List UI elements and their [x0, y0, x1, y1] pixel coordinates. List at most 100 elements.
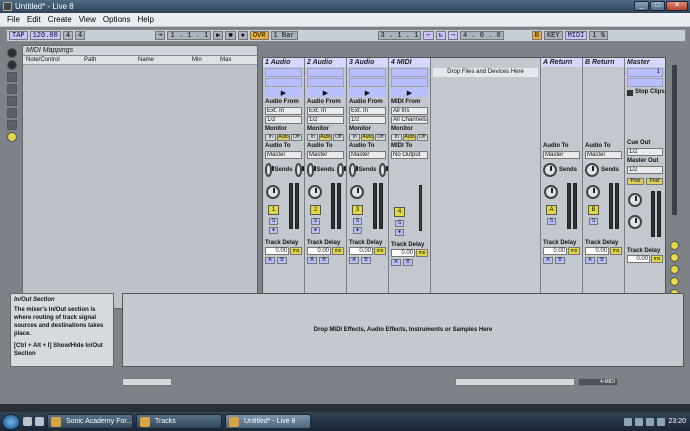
cue-out-select[interactable]: 1/2	[627, 148, 663, 156]
input-type-select[interactable]: Ext. In	[265, 107, 302, 115]
arm-button[interactable]: ●	[353, 227, 362, 234]
col-max[interactable]: Max	[217, 56, 245, 64]
track-delay-field[interactable]: 0.00	[585, 247, 609, 255]
menu-file[interactable]: File	[7, 15, 20, 24]
crossfade-b-button[interactable]: B	[319, 257, 329, 264]
io-section-toggle-icon[interactable]	[670, 241, 679, 250]
arm-button[interactable]: ●	[395, 229, 404, 236]
input-type-select[interactable]: Ext. In	[307, 107, 344, 115]
input-channel-select[interactable]: 1/2	[349, 116, 386, 124]
volume-meter[interactable]	[573, 183, 577, 229]
solo-button[interactable]: S	[311, 218, 320, 225]
crossfade-a-button[interactable]: A	[265, 257, 275, 264]
key-map-button[interactable]: KEY	[543, 31, 563, 40]
col-note-control[interactable]: Note/Control	[23, 56, 81, 64]
track-activator-button[interactable]: A	[546, 205, 557, 215]
file-browser-1-icon[interactable]	[7, 84, 17, 94]
post-button-a[interactable]: Post	[627, 178, 644, 185]
clip-slot[interactable]	[265, 68, 302, 77]
monitor-off-button[interactable]: Off	[416, 134, 429, 141]
taskbar-item-tracks[interactable]: Tracks	[136, 414, 222, 429]
clip-slot[interactable]	[265, 78, 302, 87]
punch-out-icon[interactable]: ¬	[447, 31, 458, 40]
track-title[interactable]: B Return	[583, 58, 624, 67]
output-type-select[interactable]: Master	[543, 151, 580, 159]
pan-knob[interactable]	[628, 193, 642, 207]
output-type-select[interactable]: Master	[585, 151, 622, 159]
stop-clip-icon[interactable]: ▶	[349, 88, 386, 97]
volume-meter[interactable]	[295, 183, 299, 229]
send-b-knob[interactable]	[378, 163, 389, 177]
loop-start[interactable]: 3 . 1 . 1	[377, 31, 422, 40]
crossfade-b-button[interactable]: B	[403, 259, 413, 266]
track-activator-button[interactable]: 4	[394, 207, 405, 217]
track-title[interactable]: A Return	[541, 58, 582, 67]
delay-unit-toggle[interactable]: ms	[416, 249, 428, 257]
input-type-select[interactable]: All Ins	[391, 107, 428, 115]
monitor-auto-button[interactable]: Auto	[403, 134, 416, 141]
output-type-select[interactable]: No Output	[391, 151, 428, 159]
clip-slot[interactable]	[391, 78, 428, 87]
stop-all-icon[interactable]	[627, 89, 633, 96]
volume-meter[interactable]	[379, 183, 383, 229]
clip-slot[interactable]	[349, 78, 386, 87]
hotswap-icon[interactable]	[7, 120, 17, 130]
track-title[interactable]: 1 Audio	[263, 58, 304, 67]
solo-button[interactable]: S	[395, 220, 404, 227]
loop-length[interactable]: 4 . 0 . 0	[459, 31, 504, 40]
delay-unit-toggle[interactable]: ms	[374, 247, 386, 255]
input-channel-select[interactable]: 1/2	[307, 116, 344, 124]
arm-button[interactable]: ●	[311, 227, 320, 234]
send-a-knob[interactable]	[543, 163, 557, 177]
track-delay-field[interactable]: 0.00	[391, 249, 415, 257]
crossfade-b-button[interactable]: B	[277, 257, 287, 264]
clip-slot[interactable]	[307, 78, 344, 87]
scene-launch[interactable]: 1	[627, 68, 663, 77]
crossfade-a-button[interactable]: A	[585, 257, 595, 264]
delay-unit-toggle[interactable]: ms	[568, 247, 580, 255]
network-icon[interactable]	[657, 417, 666, 426]
master-out-select[interactable]: 1/2	[627, 166, 663, 174]
quicklaunch-icon[interactable]	[23, 417, 32, 426]
mixer-section-toggle-icon[interactable]	[670, 277, 679, 286]
quicklaunch-icon[interactable]	[35, 417, 44, 426]
close-button[interactable]: ✕	[666, 1, 688, 11]
monitor-off-button[interactable]: Off	[290, 134, 303, 141]
scene-launch[interactable]	[627, 78, 663, 87]
menu-edit[interactable]: Edit	[27, 15, 41, 24]
send-b-knob[interactable]	[294, 163, 305, 177]
b-button[interactable]: B	[531, 31, 542, 40]
track-activator-button[interactable]: 2	[310, 205, 321, 215]
follow-icon[interactable]: ➜	[155, 31, 166, 40]
menu-create[interactable]: Create	[48, 15, 72, 24]
punch-in-icon[interactable]: ⌐	[423, 31, 434, 40]
crossfade-a-button[interactable]: A	[543, 257, 553, 264]
volume-meter[interactable]	[657, 191, 661, 237]
crossfade-b-button[interactable]: B	[555, 257, 565, 264]
track-title[interactable]: 2 Audio	[305, 58, 346, 67]
crossfade-b-button[interactable]: B	[361, 257, 371, 264]
crossfade-a-button[interactable]: A	[349, 257, 359, 264]
track-delay-field[interactable]: 0.00	[307, 247, 331, 255]
browser-toggle-icon[interactable]	[7, 48, 17, 58]
solo-button[interactable]: S	[353, 218, 362, 225]
start-orb-icon[interactable]	[2, 413, 20, 430]
pan-knob[interactable]	[266, 185, 280, 199]
volume-icon[interactable]	[646, 417, 655, 426]
plugin-browser-icon[interactable]	[7, 72, 17, 82]
tempo-field[interactable]: 120.00	[29, 31, 61, 40]
output-type-select[interactable]: Master	[265, 151, 302, 159]
record-icon[interactable]: ●	[237, 31, 248, 40]
crossfade-a-button[interactable]: A	[307, 257, 317, 264]
monitor-off-button[interactable]: Off	[374, 134, 387, 141]
volume-meter[interactable]	[331, 183, 335, 229]
info-toggle-icon[interactable]	[7, 132, 17, 142]
volume-meter[interactable]	[651, 191, 655, 237]
stop-clip-icon[interactable]: ▶	[307, 88, 344, 97]
monitor-in-button[interactable]: In	[391, 134, 403, 141]
crossfade-a-button[interactable]: A	[391, 259, 401, 266]
input-type-select[interactable]: Ext. In	[349, 107, 386, 115]
midi-map-button[interactable]: MIDI	[564, 31, 588, 40]
delay-unit-toggle[interactable]: ms	[332, 247, 344, 255]
solo-button[interactable]: S	[547, 218, 556, 225]
